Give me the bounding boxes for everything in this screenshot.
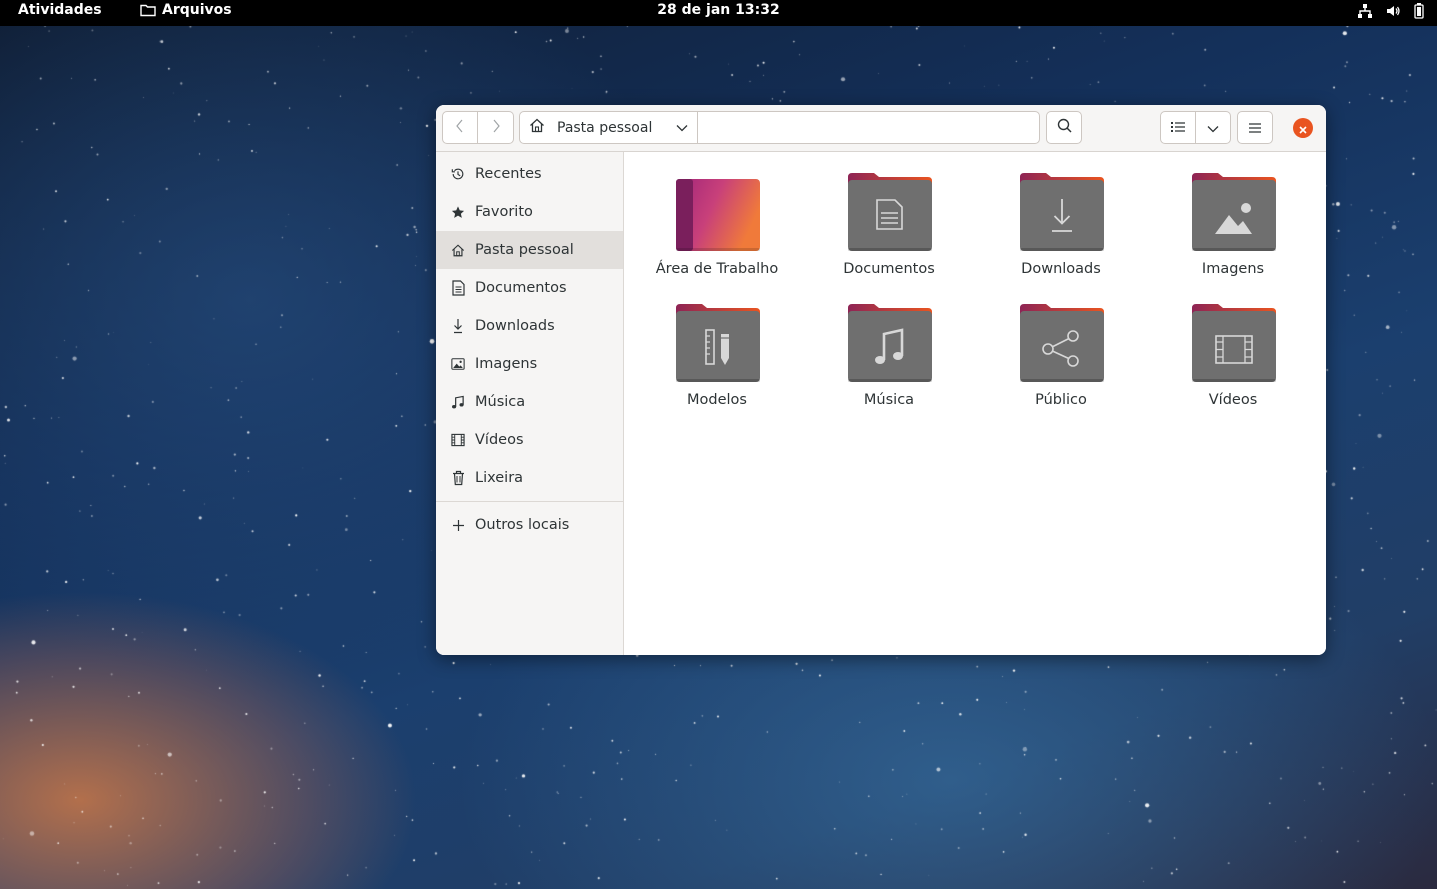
downloads-folder-icon [1020,173,1104,251]
sidebar-item-imagens[interactable]: Imagens [436,345,623,383]
sidebar-item-documentos[interactable]: Documentos [436,269,623,307]
file-manager-window: Pasta pessoal Recentes Favorito Pasta pe… [436,105,1326,655]
sidebar-item-label: Lixeira [475,470,524,486]
search-icon [1057,118,1072,137]
videos-folder-icon [1192,304,1276,382]
network-icon[interactable] [1357,3,1373,19]
system-tray[interactable] [1357,3,1425,19]
list-icon [1171,118,1185,137]
sidebar-item-label: Imagens [475,356,538,372]
path-crumb-home[interactable]: Pasta pessoal [520,112,698,143]
app-name: Arquivos [162,2,232,18]
file-label: Área de Trabalho [655,261,779,277]
desktop-folder-icon [676,179,760,251]
file-label: Imagens [1201,261,1265,277]
document-icon [451,280,465,296]
activities-button[interactable]: Atividades [18,2,102,18]
sidebar-item-lixeira[interactable]: Lixeira [436,459,623,497]
view-options-button[interactable] [1196,111,1231,144]
chevron-left-icon [455,118,465,137]
public-folder-icon [1020,304,1104,382]
close-button[interactable] [1293,118,1313,138]
sidebar-separator [436,501,623,502]
sidebar-item-downloads[interactable]: Downloads [436,307,623,345]
path-bar[interactable]: Pasta pessoal [519,111,1040,144]
back-button[interactable] [442,111,478,144]
file-view[interactable]: Área de Trabalho Documentos Downloads Im… [625,152,1326,655]
hamburger-menu-icon [1249,118,1261,137]
folder-icon [140,3,156,17]
search-button[interactable] [1046,111,1082,144]
close-icon [1299,119,1307,138]
sidebar-item-videos[interactable]: Vídeos [436,421,623,459]
path-label: Pasta pessoal [557,119,653,136]
sidebar-item-label: Documentos [475,280,567,296]
image-icon [451,356,465,372]
sidebar-item-outros-locais[interactable]: Outros locais [436,506,623,544]
clock-icon [451,166,465,182]
file-label: Vídeos [1208,392,1258,408]
sidebar-item-label: Música [475,394,526,410]
star-icon [451,204,465,220]
file-label: Downloads [1021,261,1101,277]
home-icon [529,118,545,137]
documents-folder-icon [848,173,932,251]
file-item-videos[interactable]: Vídeos [1158,303,1308,418]
file-item-musica[interactable]: Música [814,303,964,418]
sidebar-item-pasta-pessoal[interactable]: Pasta pessoal [436,231,623,269]
volume-icon[interactable] [1385,3,1401,19]
navigation-buttons [442,111,514,144]
sidebar-item-recentes[interactable]: Recentes [436,155,623,193]
file-item-publico[interactable]: Público [986,303,1136,418]
sidebar: Recentes Favorito Pasta pessoal Document… [436,152,624,655]
file-label: Documentos [843,261,935,277]
main-menu-button[interactable] [1237,111,1273,144]
file-item-modelos[interactable]: Modelos [642,303,792,418]
sidebar-item-label: Recentes [475,166,542,182]
download-icon [451,318,465,334]
sidebar-item-label: Favorito [475,204,533,220]
music-folder-icon [848,304,932,382]
file-item-imagens[interactable]: Imagens [1158,172,1308,287]
view-buttons [1160,111,1231,144]
forward-button[interactable] [478,111,514,144]
file-label: Modelos [687,392,747,408]
top-bar: Atividades Arquivos 28 de jan 13:32 [0,0,1437,26]
home-icon [451,242,465,258]
app-menu[interactable]: Arquivos [140,2,232,18]
file-item-area-de-trabalho[interactable]: Área de Trabalho [642,172,792,287]
sidebar-item-label: Downloads [475,318,555,334]
clock[interactable]: 28 de jan 13:32 [657,2,779,18]
sidebar-item-favorito[interactable]: Favorito [436,193,623,231]
file-label: Público [1035,392,1087,408]
sidebar-item-label: Pasta pessoal [475,242,574,258]
header-bar: Pasta pessoal [436,105,1326,152]
pictures-folder-icon [1192,173,1276,251]
templates-folder-icon [676,304,760,382]
file-item-downloads[interactable]: Downloads [986,172,1136,287]
plus-icon [451,517,465,533]
sidebar-item-musica[interactable]: Música [436,383,623,421]
file-label: Música [863,392,915,408]
chevron-down-icon [1207,118,1219,137]
chevron-right-icon [491,118,501,137]
battery-icon[interactable] [1413,3,1425,19]
sidebar-item-label: Outros locais [475,517,570,533]
list-view-button[interactable] [1160,111,1196,144]
chevron-down-icon[interactable] [676,120,688,136]
sidebar-item-label: Vídeos [475,432,524,448]
music-icon [451,394,465,410]
video-icon [451,432,465,448]
trash-icon [451,470,465,486]
file-item-documentos[interactable]: Documentos [814,172,964,287]
